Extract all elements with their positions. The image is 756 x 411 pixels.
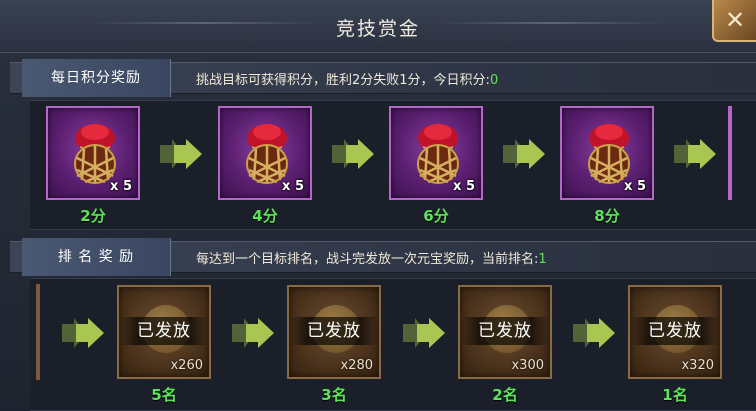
item-quantity: x 5 xyxy=(110,179,132,194)
daily-item-card[interactable]: x 5 xyxy=(389,106,483,200)
daily-reward-desc: 挑战目标可获得积分，胜利2分失败1分，今日积分:0 xyxy=(196,69,498,88)
panel-header: 竞技赏金 xyxy=(0,0,756,53)
progress-arrow-icon xyxy=(674,139,718,169)
progress-arrow-icon xyxy=(62,318,106,348)
rank-reward-bar: 排 名 奖 励 每达到一个目标排名，战斗完发放一次元宝奖励，当前排名:1 xyxy=(10,238,756,276)
treasure-jar-icon xyxy=(70,122,120,186)
treasure-jar-icon xyxy=(242,122,292,186)
daily-points-label: 8分 xyxy=(594,207,620,225)
close-button[interactable]: ✕ xyxy=(712,0,756,42)
rank-desc-text: 每达到一个目标排名，战斗完发放一次元宝奖励，当前排名: xyxy=(196,252,539,267)
treasure-jar-icon xyxy=(584,122,634,186)
close-icon: ✕ xyxy=(724,6,746,34)
progress-arrow-icon xyxy=(232,318,276,348)
claimed-label: 已发放 xyxy=(460,317,550,345)
rank-reward-card[interactable]: 已发放 x260 xyxy=(117,285,211,379)
rank-reward-card[interactable]: 已发放 x320 xyxy=(628,285,722,379)
rank-target-label: 2名 xyxy=(492,386,518,404)
daily-reward-bar: 每日积分奖励 挑战目标可获得积分，胜利2分失败1分，今日积分:0 xyxy=(10,59,756,97)
reward-amount: x300 xyxy=(511,358,544,373)
item-quantity: x 5 xyxy=(282,179,304,194)
rank-reward-desc: 每达到一个目标排名，战斗完发放一次元宝奖励，当前排名:1 xyxy=(196,248,547,267)
daily-item-card[interactable]: x 5 xyxy=(46,106,140,200)
item-quantity: x 5 xyxy=(624,179,646,194)
daily-points-label: 6分 xyxy=(423,207,449,225)
progress-arrow-icon xyxy=(332,139,376,169)
progress-arrow-icon xyxy=(160,139,204,169)
rank-target-label: 1名 xyxy=(662,386,688,404)
rank-reward-title: 排 名 奖 励 xyxy=(22,238,171,276)
rank-reward-card[interactable]: 已发放 x300 xyxy=(458,285,552,379)
panel-title: 竞技赏金 xyxy=(335,18,420,40)
progress-arrow-icon xyxy=(503,139,547,169)
claimed-label: 已发放 xyxy=(119,317,209,345)
prev-item-edge xyxy=(36,284,40,380)
reward-amount: x280 xyxy=(340,358,373,373)
rank-reward-card[interactable]: 已发放 x280 xyxy=(287,285,381,379)
current-rank-value: 1 xyxy=(538,252,547,267)
next-item-edge xyxy=(728,106,732,200)
claimed-label: 已发放 xyxy=(630,317,720,345)
progress-arrow-icon xyxy=(573,318,617,348)
rank-target-label: 3名 xyxy=(321,386,347,404)
claimed-label: 已发放 xyxy=(289,317,379,345)
reward-amount: x320 xyxy=(681,358,714,373)
daily-points-label: 2分 xyxy=(80,207,106,225)
daily-points-label: 4分 xyxy=(252,207,278,225)
item-quantity: x 5 xyxy=(453,179,475,194)
progress-arrow-icon xyxy=(403,318,447,348)
arena-bounty-panel: 竞技赏金 ✕ 每日积分奖励 挑战目标可获得积分，胜利2分失败1分，今日积分:0 … xyxy=(0,0,756,411)
rank-target-label: 5名 xyxy=(151,386,177,404)
daily-score-value: 0 xyxy=(489,73,499,88)
daily-item-card[interactable]: x 5 xyxy=(218,106,312,200)
treasure-jar-icon xyxy=(413,122,463,186)
daily-item-card[interactable]: x 5 xyxy=(560,106,654,200)
daily-desc-text: 挑战目标可获得积分，胜利2分失败1分，今日积分: xyxy=(196,73,490,88)
daily-reward-title: 每日积分奖励 xyxy=(22,59,171,97)
reward-amount: x260 xyxy=(170,358,203,373)
